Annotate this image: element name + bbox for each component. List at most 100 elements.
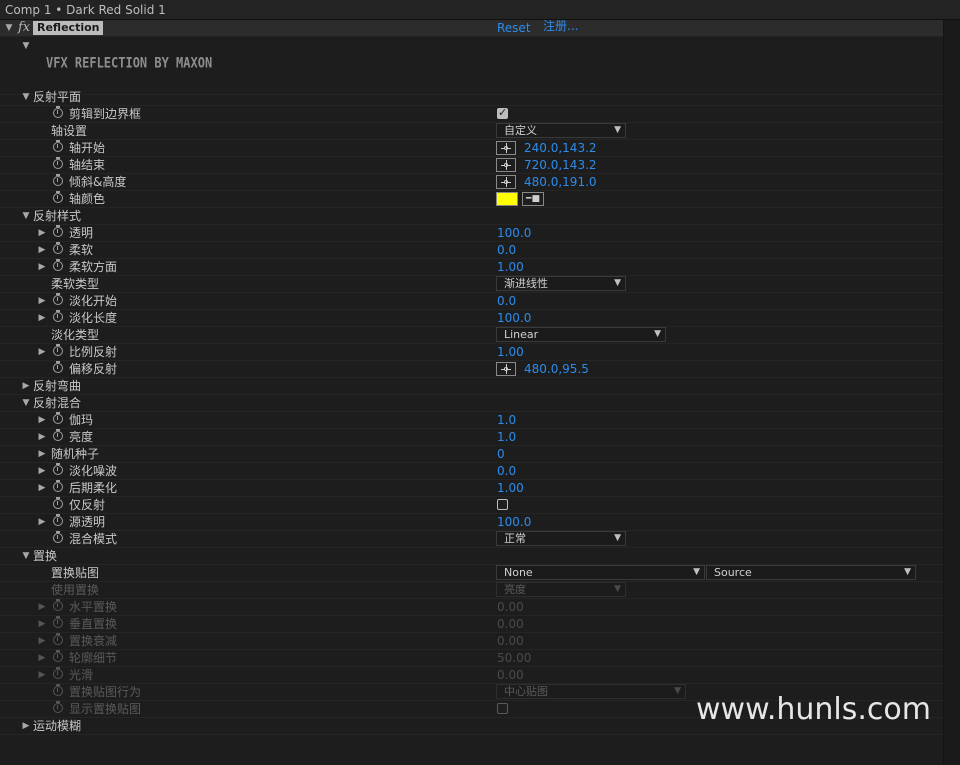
- group-reflection-plane[interactable]: ▼ 反射平面: [0, 89, 943, 106]
- chevron-down-icon[interactable]: ▼: [21, 550, 31, 562]
- fade-noise-value[interactable]: 0.0: [497, 463, 516, 480]
- prop-label: 淡化开始: [69, 294, 118, 308]
- chevron-right-icon[interactable]: ▶: [37, 516, 47, 528]
- opacity-value[interactable]: 100.0: [497, 225, 531, 242]
- prop-softness: ▶ 柔软 0.0: [0, 242, 943, 259]
- soft-type-dropdown[interactable]: 渐进线性 ▼: [496, 276, 626, 291]
- stopwatch-icon[interactable]: [53, 242, 63, 254]
- chevron-right-icon[interactable]: ▶: [37, 244, 47, 256]
- stopwatch-icon[interactable]: [53, 412, 63, 424]
- group-reflection-style[interactable]: ▼ 反射样式: [0, 208, 943, 225]
- group-label: 反射弯曲: [33, 379, 82, 393]
- crosshair-icon[interactable]: [496, 362, 516, 376]
- displace-layer-dropdown[interactable]: None ▼: [496, 565, 705, 580]
- softness-value[interactable]: 0.0: [497, 242, 516, 259]
- color-swatch[interactable]: [496, 192, 518, 206]
- stopwatch-icon[interactable]: [53, 106, 63, 118]
- prop-post-soften: ▶ 后期柔化 1.00: [0, 480, 943, 497]
- chevron-right-icon: ▶: [38, 602, 46, 612]
- stopwatch-icon[interactable]: [53, 429, 63, 441]
- stopwatch-icon[interactable]: [53, 225, 63, 237]
- stopwatch-icon[interactable]: [53, 531, 63, 543]
- fade-type-dropdown[interactable]: Linear ▼: [496, 327, 666, 342]
- tilt-height-value[interactable]: 480.0,191.0: [524, 174, 597, 191]
- clip-to-bounds-checkbox[interactable]: [497, 106, 508, 119]
- stopwatch-icon[interactable]: [53, 191, 63, 203]
- effect-header-row[interactable]: ▼ fx Reflection Reset 注册...: [0, 20, 943, 37]
- chevron-right-icon[interactable]: ▶: [21, 720, 31, 732]
- stopwatch-icon[interactable]: [53, 463, 63, 475]
- stopwatch-icon[interactable]: [53, 514, 63, 526]
- chevron-right-icon[interactable]: ▶: [37, 448, 47, 460]
- prop-soft-direction: ▶ 柔软方面 1.00: [0, 259, 943, 276]
- group-reflection-blend[interactable]: ▼ 反射混合: [0, 395, 943, 412]
- gamma-value[interactable]: 1.0: [497, 412, 516, 429]
- fade-start-value[interactable]: 0.0: [497, 293, 516, 310]
- blend-mode-dropdown[interactable]: 正常 ▼: [496, 531, 626, 546]
- stopwatch-icon[interactable]: [53, 259, 63, 271]
- dropdown-value: 中心贴图: [504, 685, 548, 698]
- crosshair-icon[interactable]: [496, 141, 516, 155]
- stopwatch-icon[interactable]: [53, 497, 63, 509]
- prop-label: 淡化长度: [69, 311, 118, 325]
- register-link[interactable]: 注册...: [543, 20, 578, 35]
- stopwatch-icon[interactable]: [53, 344, 63, 356]
- brightness-value[interactable]: 1.0: [497, 429, 516, 446]
- stopwatch-icon[interactable]: [53, 361, 63, 373]
- prop-tilt-height: 倾斜&高度 480.0,191.0: [0, 174, 943, 191]
- chevron-right-icon[interactable]: ▶: [37, 312, 47, 324]
- chevron-right-icon[interactable]: ▶: [37, 261, 47, 273]
- reset-button[interactable]: Reset: [497, 20, 531, 37]
- prop-fade-start: ▶ 淡化开始 0.0: [0, 293, 943, 310]
- dropdown-value: None: [504, 566, 533, 579]
- prop-label: 伽玛: [69, 413, 94, 427]
- prop-label: 使用置换: [51, 583, 100, 597]
- stopwatch-icon[interactable]: [53, 157, 63, 169]
- stopwatch-icon[interactable]: [53, 310, 63, 322]
- crosshair-icon[interactable]: [496, 158, 516, 172]
- chevron-right-icon[interactable]: ▶: [37, 346, 47, 358]
- chevron-right-icon[interactable]: ▶: [21, 380, 31, 392]
- random-seed-value[interactable]: 0: [497, 446, 505, 463]
- soft-direction-value[interactable]: 1.00: [497, 259, 524, 276]
- scale-reflection-value[interactable]: 1.00: [497, 344, 524, 361]
- chevron-down-icon[interactable]: ▼: [4, 22, 14, 34]
- stopwatch-icon[interactable]: [53, 140, 63, 152]
- effect-name[interactable]: Reflection: [33, 21, 104, 35]
- chevron-down-icon[interactable]: ▼: [21, 40, 31, 52]
- chevron-down-icon[interactable]: ▼: [21, 210, 31, 222]
- chevron-right-icon[interactable]: ▶: [37, 414, 47, 426]
- post-soften-value[interactable]: 1.00: [497, 480, 524, 497]
- use-displace-dropdown: 亮度 ▼: [496, 582, 626, 597]
- prop-label: 光滑: [69, 668, 94, 682]
- offset-reflection-value[interactable]: 480.0,95.5: [524, 361, 589, 378]
- group-displace[interactable]: ▼ 置换: [0, 548, 943, 565]
- stopwatch-icon[interactable]: [53, 174, 63, 186]
- chevron-down-icon[interactable]: ▼: [21, 397, 31, 409]
- eyedropper-icon[interactable]: ━■: [522, 192, 544, 206]
- fade-length-value[interactable]: 100.0: [497, 310, 531, 327]
- reflection-only-checkbox[interactable]: [497, 499, 508, 510]
- vertical-scrollbar[interactable]: [943, 20, 960, 765]
- prop-gamma: ▶ 伽玛 1.0: [0, 412, 943, 429]
- panel-title: Comp 1 • Dark Red Solid 1: [0, 0, 960, 20]
- chevron-down-icon[interactable]: ▼: [21, 91, 31, 103]
- chevron-right-icon[interactable]: ▶: [37, 227, 47, 239]
- chevron-right-icon[interactable]: ▶: [37, 482, 47, 494]
- stopwatch-icon[interactable]: [53, 480, 63, 492]
- chevron-right-icon[interactable]: ▶: [37, 431, 47, 443]
- source-opacity-value[interactable]: 100.0: [497, 514, 531, 531]
- axis-start-value[interactable]: 240.0,143.2: [524, 140, 597, 157]
- prop-smooth: ▶ 光滑 0.00: [0, 667, 943, 684]
- crosshair-icon[interactable]: [496, 175, 516, 189]
- chevron-right-icon[interactable]: ▶: [37, 465, 47, 477]
- displace-source-dropdown[interactable]: Source ▼: [706, 565, 916, 580]
- axis-setting-dropdown[interactable]: 自定义 ▼: [496, 123, 626, 138]
- axis-end-value[interactable]: 720.0,143.2: [524, 157, 597, 174]
- prop-fade-type: 淡化类型 Linear ▼: [0, 327, 943, 344]
- stopwatch-icon: [53, 599, 63, 611]
- chevron-right-icon[interactable]: ▶: [37, 295, 47, 307]
- stopwatch-icon[interactable]: [53, 293, 63, 305]
- fx-toggle-icon[interactable]: fx: [18, 20, 30, 36]
- group-reflection-bend[interactable]: ▶ 反射弯曲: [0, 378, 943, 395]
